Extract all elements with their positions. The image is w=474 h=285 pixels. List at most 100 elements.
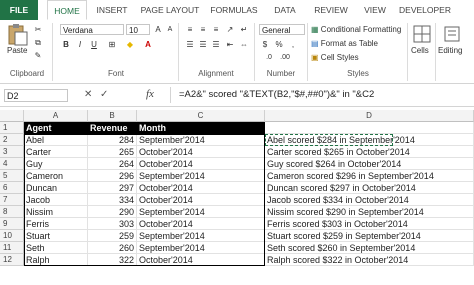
align-center-icon[interactable]: ☰ bbox=[197, 39, 209, 50]
month-cell[interactable]: October'2014 bbox=[137, 146, 265, 158]
orientation-icon[interactable]: ↗ bbox=[224, 24, 236, 35]
tab-review[interactable]: REVIEW bbox=[307, 0, 355, 20]
tab-file[interactable]: FILE bbox=[0, 0, 38, 20]
agent-cell[interactable]: Ralph bbox=[24, 254, 88, 266]
result-cell[interactable]: Ralph scored $322 in October'2014 bbox=[265, 254, 474, 266]
align-middle-icon[interactable]: ≡ bbox=[197, 24, 209, 35]
format-as-table-button[interactable]: ▤ Format as Table bbox=[311, 39, 378, 48]
format-painter-icon[interactable]: ✎ bbox=[32, 50, 44, 61]
row-header[interactable]: 9 bbox=[0, 218, 24, 230]
merge-icon[interactable]: ⇔ bbox=[238, 39, 250, 50]
decrease-font-icon[interactable]: A bbox=[164, 24, 176, 35]
agent-cell[interactable]: Jacob bbox=[24, 194, 88, 206]
month-cell[interactable]: September'2014 bbox=[137, 206, 265, 218]
agent-cell[interactable]: Carter bbox=[24, 146, 88, 158]
result-cell[interactable]: Carter scored $265 in October'2014 bbox=[265, 146, 474, 158]
month-cell[interactable]: October'2014 bbox=[137, 254, 265, 266]
month-cell[interactable]: October'2014 bbox=[137, 158, 265, 170]
paste-button[interactable] bbox=[6, 24, 30, 46]
tab-insert[interactable]: INSERT bbox=[90, 0, 134, 20]
row-header[interactable]: 8 bbox=[0, 206, 24, 218]
revenue-cell[interactable]: 284 bbox=[88, 134, 137, 146]
header-month[interactable]: Month bbox=[137, 122, 265, 134]
revenue-cell[interactable]: 322 bbox=[88, 254, 137, 266]
number-format-select[interactable]: General bbox=[259, 24, 305, 35]
result-cell[interactable]: Cameron scored $296 in September'2014 bbox=[265, 170, 474, 182]
column-header-d[interactable]: D bbox=[265, 110, 474, 122]
align-left-icon[interactable]: ☰ bbox=[184, 39, 196, 50]
column-header-c[interactable]: C bbox=[137, 110, 265, 122]
column-header-b[interactable]: B bbox=[88, 110, 137, 122]
fill-color-icon[interactable]: ◆ bbox=[124, 39, 136, 50]
cells-icon[interactable] bbox=[412, 24, 432, 44]
cell-styles-button[interactable]: ▣ Cell Styles bbox=[311, 53, 359, 62]
row-header[interactable]: 1 bbox=[0, 122, 24, 134]
indent-icon[interactable]: ⇤ bbox=[224, 39, 236, 50]
agent-cell[interactable]: Duncan bbox=[24, 182, 88, 194]
cancel-icon[interactable]: ✕ bbox=[84, 88, 96, 102]
conditional-formatting-button[interactable]: ▦ Conditional Formatting bbox=[311, 25, 401, 34]
month-cell[interactable]: September'2014 bbox=[137, 134, 265, 146]
result-cell[interactable]: Stuart scored $259 in September'2014 bbox=[265, 230, 474, 242]
column-header-a[interactable]: A bbox=[24, 110, 88, 122]
month-cell[interactable]: October'2014 bbox=[137, 218, 265, 230]
result-cell[interactable]: Guy scored $264 in October'2014 bbox=[265, 158, 474, 170]
name-box[interactable]: D2 bbox=[4, 89, 68, 102]
row-header[interactable]: 4 bbox=[0, 158, 24, 170]
select-all-corner[interactable] bbox=[0, 110, 24, 122]
borders-icon[interactable]: ⊞ bbox=[106, 39, 118, 50]
revenue-cell[interactable]: 297 bbox=[88, 182, 137, 194]
underline-button[interactable]: U bbox=[88, 39, 100, 50]
result-cell[interactable]: Ferris scored $303 in October'2014 bbox=[265, 218, 474, 230]
revenue-cell[interactable]: 264 bbox=[88, 158, 137, 170]
agent-cell[interactable]: Stuart bbox=[24, 230, 88, 242]
copy-icon[interactable]: ⧉ bbox=[32, 37, 44, 48]
font-color-icon[interactable]: A bbox=[142, 39, 154, 50]
result-cell[interactable]: Jacob scored $334 in October'2014 bbox=[265, 194, 474, 206]
table-cell[interactable] bbox=[265, 122, 474, 134]
tab-developer[interactable]: DEVELOPER bbox=[395, 0, 455, 20]
revenue-cell[interactable]: 265 bbox=[88, 146, 137, 158]
increase-decimal-icon[interactable]: .0 bbox=[263, 52, 275, 63]
agent-cell[interactable]: Ferris bbox=[24, 218, 88, 230]
insert-function-icon[interactable]: fx bbox=[146, 87, 166, 102]
cut-icon[interactable]: ✂ bbox=[32, 24, 44, 35]
tab-view[interactable]: VIEW bbox=[357, 0, 393, 20]
header-revenue[interactable]: Revenue bbox=[88, 122, 137, 134]
row-header[interactable]: 6 bbox=[0, 182, 24, 194]
result-cell[interactable]: Seth scored $260 in September'2014 bbox=[265, 242, 474, 254]
revenue-cell[interactable]: 334 bbox=[88, 194, 137, 206]
editing-icon[interactable] bbox=[442, 24, 462, 44]
revenue-cell[interactable]: 296 bbox=[88, 170, 137, 182]
month-cell[interactable]: October'2014 bbox=[137, 194, 265, 206]
tab-formulas[interactable]: FORMULAS bbox=[206, 0, 262, 20]
tab-data[interactable]: DATA bbox=[265, 0, 305, 20]
row-header[interactable]: 10 bbox=[0, 230, 24, 242]
agent-cell[interactable]: Guy bbox=[24, 158, 88, 170]
comma-button[interactable]: , bbox=[287, 39, 299, 50]
bold-button[interactable]: B bbox=[60, 39, 72, 50]
row-header[interactable]: 7 bbox=[0, 194, 24, 206]
italic-button[interactable]: I bbox=[74, 39, 86, 50]
month-cell[interactable]: September'2014 bbox=[137, 170, 265, 182]
wrap-text-icon[interactable]: ↵ bbox=[238, 24, 250, 35]
increase-font-icon[interactable]: A bbox=[152, 24, 164, 35]
agent-cell[interactable]: Seth bbox=[24, 242, 88, 254]
result-cell[interactable]: Duncan scored $297 in October'2014 bbox=[265, 182, 474, 194]
revenue-cell[interactable]: 290 bbox=[88, 206, 137, 218]
tab-page-layout[interactable]: PAGE LAYOUT bbox=[136, 0, 204, 20]
revenue-cell[interactable]: 259 bbox=[88, 230, 137, 242]
decrease-decimal-icon[interactable]: .00 bbox=[279, 52, 291, 63]
revenue-cell[interactable]: 260 bbox=[88, 242, 137, 254]
align-right-icon[interactable]: ☰ bbox=[210, 39, 222, 50]
formula-input[interactable]: =A2&" scored "&TEXT(B2,"$#,##0")&" in "&… bbox=[170, 87, 470, 103]
align-top-icon[interactable]: ≡ bbox=[184, 24, 196, 35]
row-header[interactable]: 12 bbox=[0, 254, 24, 266]
percent-button[interactable]: % bbox=[273, 39, 285, 50]
revenue-cell[interactable]: 303 bbox=[88, 218, 137, 230]
font-name-select[interactable]: Verdana bbox=[60, 24, 124, 35]
align-bottom-icon[interactable]: ≡ bbox=[210, 24, 222, 35]
currency-button[interactable]: $ bbox=[259, 39, 271, 50]
header-agent[interactable]: Agent bbox=[24, 122, 88, 134]
result-cell[interactable]: Nissim scored $290 in September'2014 bbox=[265, 206, 474, 218]
